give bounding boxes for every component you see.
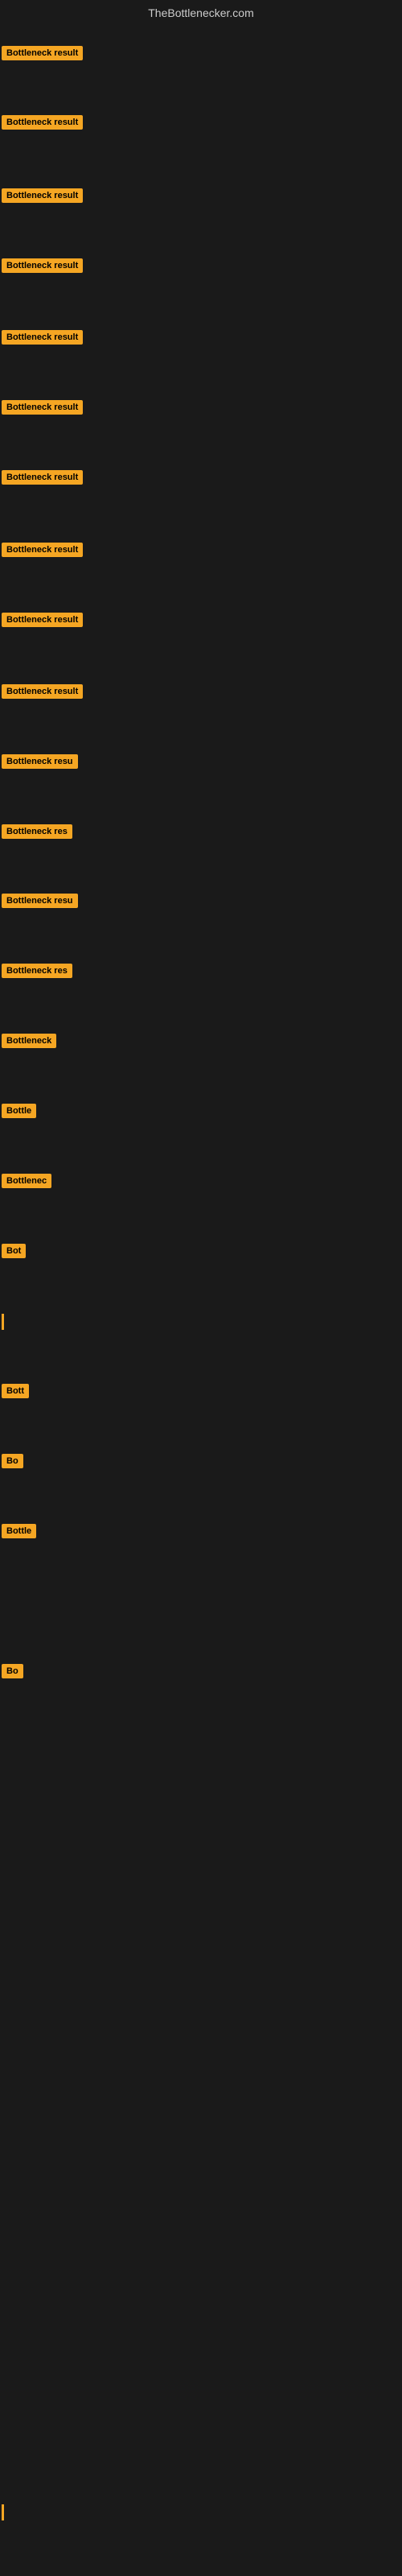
bottleneck-result-badge: Bottleneck result bbox=[2, 400, 83, 415]
bottleneck-result-badge: Bott bbox=[2, 1384, 29, 1398]
bottleneck-result-badge: Bottlenec bbox=[2, 1174, 51, 1188]
bottleneck-result-badge: Bottleneck result bbox=[2, 543, 83, 557]
bottleneck-result-badge: Bottleneck res bbox=[2, 824, 72, 839]
bottleneck-result-badge: Bottleneck result bbox=[2, 470, 83, 485]
bottleneck-result-badge: Bot bbox=[2, 1244, 26, 1258]
vertical-indicator bbox=[2, 1314, 4, 1330]
vertical-indicator bbox=[2, 2504, 4, 2520]
bottleneck-result-badge: Bottleneck res bbox=[2, 964, 72, 978]
site-title: TheBottlenecker.com bbox=[0, 0, 402, 26]
bottleneck-result-badge: Bottleneck bbox=[2, 1034, 56, 1048]
bottleneck-result-badge: Bottleneck resu bbox=[2, 894, 78, 908]
bottleneck-result-badge: Bottleneck result bbox=[2, 684, 83, 699]
bottleneck-result-badge: Bottle bbox=[2, 1104, 36, 1118]
bottleneck-result-badge: Bottleneck result bbox=[2, 258, 83, 273]
bottleneck-result-badge: Bottleneck result bbox=[2, 330, 83, 345]
bottleneck-result-badge: Bottleneck resu bbox=[2, 754, 78, 769]
bottleneck-result-badge: Bottleneck result bbox=[2, 188, 83, 203]
bottleneck-result-badge: Bottle bbox=[2, 1524, 36, 1538]
bottleneck-result-badge: Bottleneck result bbox=[2, 46, 83, 60]
bottleneck-result-badge: Bottleneck result bbox=[2, 613, 83, 627]
bottleneck-result-badge: Bo bbox=[2, 1454, 23, 1468]
bottleneck-result-badge: Bottleneck result bbox=[2, 115, 83, 130]
bottleneck-result-badge: Bo bbox=[2, 1664, 23, 1678]
